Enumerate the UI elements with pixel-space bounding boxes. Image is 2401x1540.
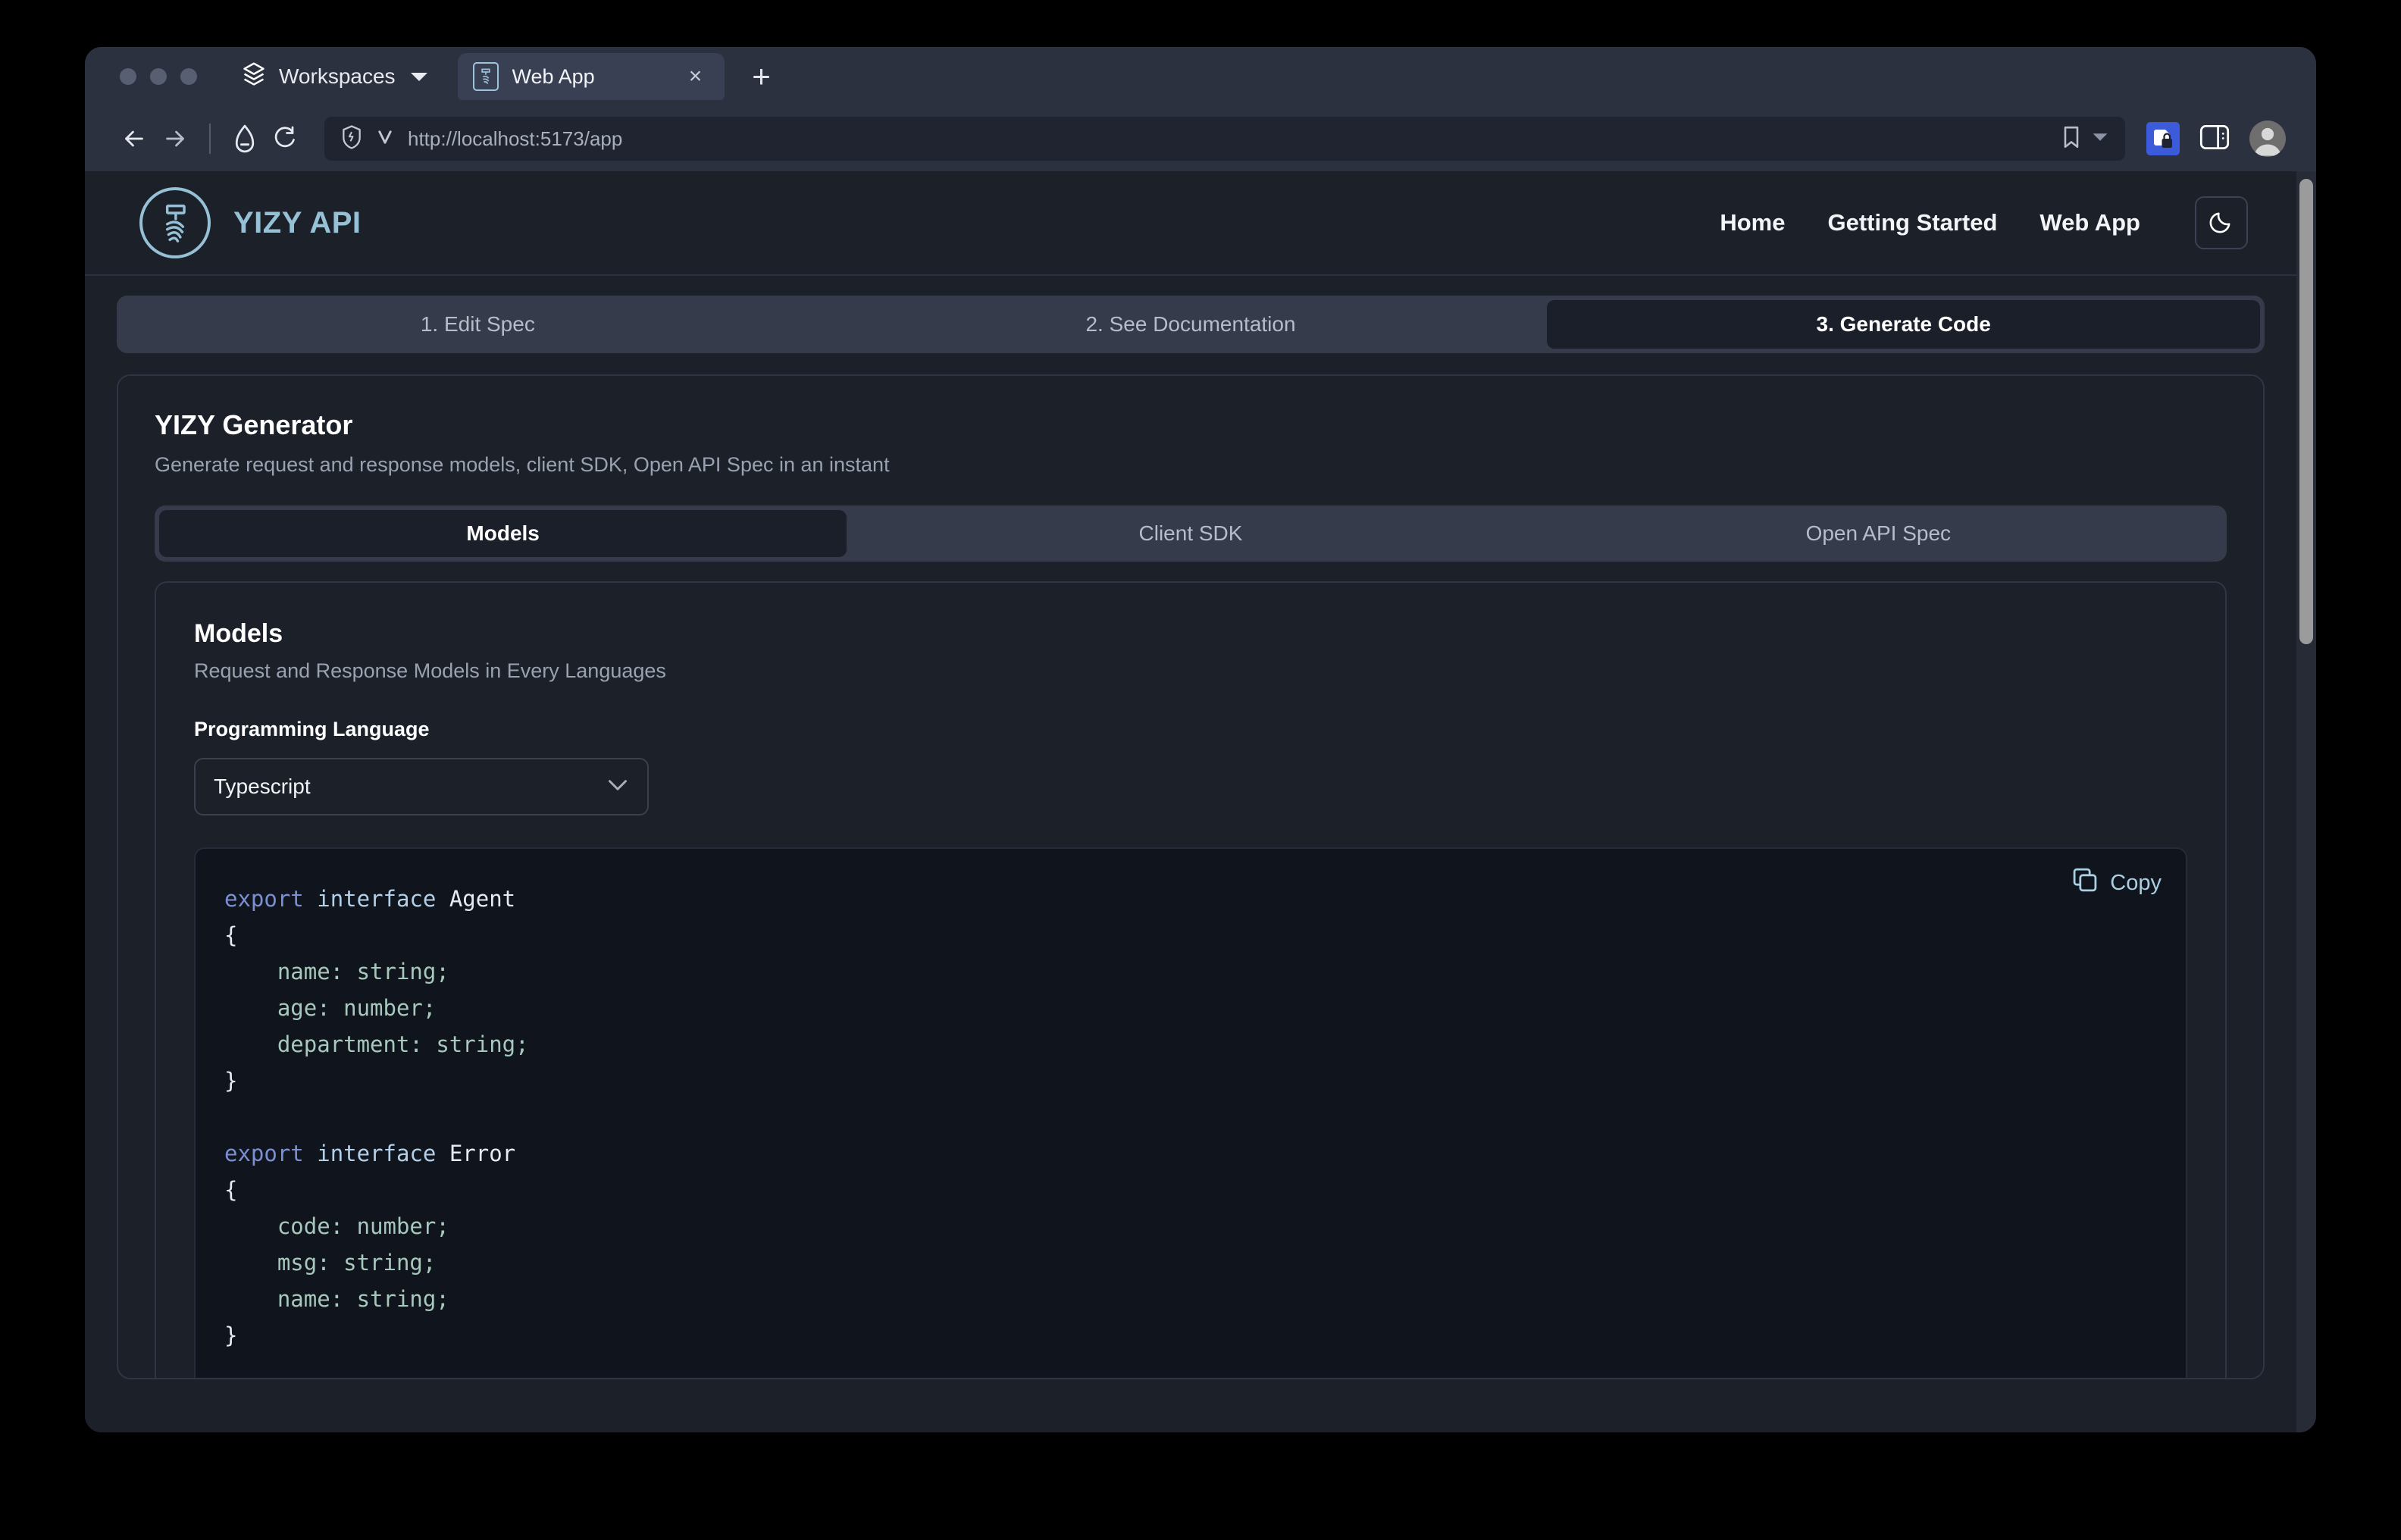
chevron-down-icon — [606, 778, 629, 797]
bookmark-group — [2061, 125, 2108, 153]
extension-lock-icon[interactable] — [2146, 122, 2180, 155]
vpn-icon — [376, 127, 394, 151]
step-tab-edit-spec[interactable]: 1. Edit Spec — [121, 300, 834, 349]
address-bar[interactable]: http://localhost:5173/app — [324, 117, 2125, 161]
yizy-logo-icon — [139, 187, 211, 258]
yizy-favicon-icon — [472, 62, 499, 91]
step-tab-generate-code[interactable]: 3. Generate Code — [1547, 300, 2261, 349]
tab-open-api-spec[interactable]: Open API Spec — [1535, 510, 2222, 557]
bookmark-icon[interactable] — [2061, 125, 2081, 153]
reload-icon[interactable] — [265, 118, 306, 159]
window-traffic-lights — [120, 68, 197, 85]
nav-home[interactable]: Home — [1720, 209, 1785, 236]
generated-code-block: Copy export interface Agent { name: stri… — [194, 847, 2187, 1378]
minimize-window-button[interactable] — [150, 68, 167, 85]
copy-label: Copy — [2110, 870, 2162, 895]
generator-card: YIZY Generator Generate request and resp… — [117, 374, 2265, 1379]
split-panel-icon[interactable] — [2199, 124, 2230, 154]
copy-icon — [2072, 867, 2098, 899]
site-header: YIZY API Home Getting Started Web App — [85, 171, 2296, 276]
programming-language-select[interactable]: Typescript — [194, 758, 649, 815]
new-tab-button[interactable]: + — [744, 58, 779, 94]
workspaces-button[interactable]: Workspaces — [230, 55, 438, 99]
page-scrollbar-thumb[interactable] — [2299, 179, 2313, 644]
web-page: YIZY API Home Getting Started Web App 1.… — [85, 171, 2296, 1432]
toolbar-divider — [209, 124, 211, 154]
forward-arrow-icon[interactable] — [155, 118, 196, 159]
generator-title: YIZY Generator — [155, 409, 353, 440]
generator-subtitle: Generate request and response models, cl… — [155, 453, 890, 476]
copy-button[interactable]: Copy — [2072, 867, 2162, 899]
page-viewport: YIZY API Home Getting Started Web App 1.… — [85, 171, 2316, 1432]
programming-language-value: Typescript — [214, 775, 311, 798]
browser-tab-strip: Workspaces Web App × + — [85, 47, 2316, 106]
close-tab-button[interactable]: × — [681, 61, 711, 92]
workspaces-stack-icon — [241, 61, 267, 92]
bookmark-dropdown-caret-icon[interactable] — [2092, 131, 2108, 147]
profile-avatar[interactable] — [2249, 121, 2286, 157]
code-content: export interface Agent { name: string; a… — [224, 886, 529, 1348]
chevron-down-icon — [410, 72, 427, 81]
generator-tabs: Models Client SDK Open API Spec — [155, 506, 2227, 562]
models-panel-subtitle: Request and Response Models in Every Lan… — [194, 659, 666, 682]
step-tabs: 1. Edit Spec 2. See Documentation 3. Gen… — [117, 296, 2265, 353]
models-panel: Models Request and Response Models in Ev… — [155, 581, 2227, 1378]
toolbar-right-actions — [2146, 121, 2286, 157]
workspaces-label: Workspaces — [279, 64, 396, 88]
tab-client-sdk[interactable]: Client SDK — [847, 510, 1534, 557]
site-nav: Home Getting Started Web App — [1720, 196, 2248, 249]
page-content: 1. Edit Spec 2. See Documentation 3. Gen… — [85, 276, 2296, 1379]
brand-name: YIZY API — [233, 205, 362, 239]
browser-tab-title: Web App — [512, 64, 595, 88]
step-tab-see-documentation[interactable]: 2. See Documentation — [834, 300, 1548, 349]
shield-icon — [341, 124, 362, 153]
theme-toggle-button[interactable] — [2195, 196, 2248, 249]
programming-language-label: Programming Language — [194, 718, 430, 740]
nav-getting-started[interactable]: Getting Started — [1827, 209, 1997, 236]
close-window-button[interactable] — [120, 68, 136, 85]
nav-web-app[interactable]: Web App — [2039, 209, 2140, 236]
url-text: http://localhost:5173/app — [408, 127, 623, 150]
brand-logo[interactable]: YIZY API — [139, 187, 362, 258]
home-icon[interactable] — [224, 118, 265, 159]
browser-window: Workspaces Web App × + http://localhost:… — [85, 47, 2316, 1432]
back-arrow-icon[interactable] — [114, 118, 155, 159]
browser-toolbar: http://localhost:5173/app — [85, 106, 2316, 171]
page-scrollbar[interactable] — [2296, 171, 2316, 1432]
tab-models[interactable]: Models — [159, 510, 847, 557]
maximize-window-button[interactable] — [180, 68, 197, 85]
moon-icon — [2209, 209, 2234, 237]
models-panel-title: Models — [194, 619, 283, 648]
browser-tab-web-app[interactable]: Web App × — [457, 53, 725, 100]
